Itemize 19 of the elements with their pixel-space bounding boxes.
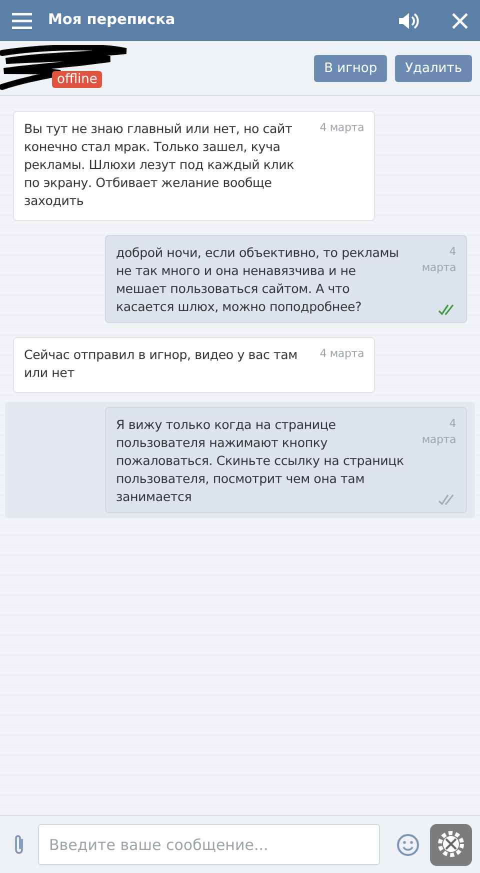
message-text: Я вижу только когда на странице пользователя нажимают кнопку пожаловаться. Скиньте ссылку на страницк пользователя, посмотрит чем она там занимается <box>116 416 405 506</box>
menu-icon[interactable] <box>12 12 32 28</box>
message-text: Вы тут не знаю главный или нет, но сайт конечно стал мрак. Только зашел, куча рекламы. Шлюхи лезут под каждый клик по экрану. Отбивает желание вообще заходить <box>24 120 296 210</box>
gear-icon[interactable] <box>430 824 472 866</box>
action-button[interactable]: В игнор <box>314 54 388 82</box>
message-text: доброй ночи, если объективно, то рекламы не так много и она ненавязчива и не мешает пользоваться сайтом. А что касается шлюх, можно поподробнее? <box>116 244 400 316</box>
message-time: 4 марта <box>320 346 364 362</box>
action-button[interactable]: Удалить <box>395 54 472 82</box>
status-badge: offline <box>52 70 102 88</box>
message-text: Сейчас отправил в игнор, видео у вас там или нет <box>24 346 298 382</box>
page-title: Моя переписка <box>48 10 176 30</box>
speaker-icon[interactable] <box>398 10 420 30</box>
message-time: 4 марта <box>420 244 456 276</box>
message-time: 4 марта <box>420 416 456 448</box>
message-field[interactable]: Введите ваше сообщение... <box>38 824 380 865</box>
message-time: 4 марта <box>320 120 364 136</box>
close-icon[interactable] <box>452 12 468 28</box>
attach-icon[interactable] <box>12 832 26 856</box>
smiley-icon[interactable] <box>396 832 420 856</box>
